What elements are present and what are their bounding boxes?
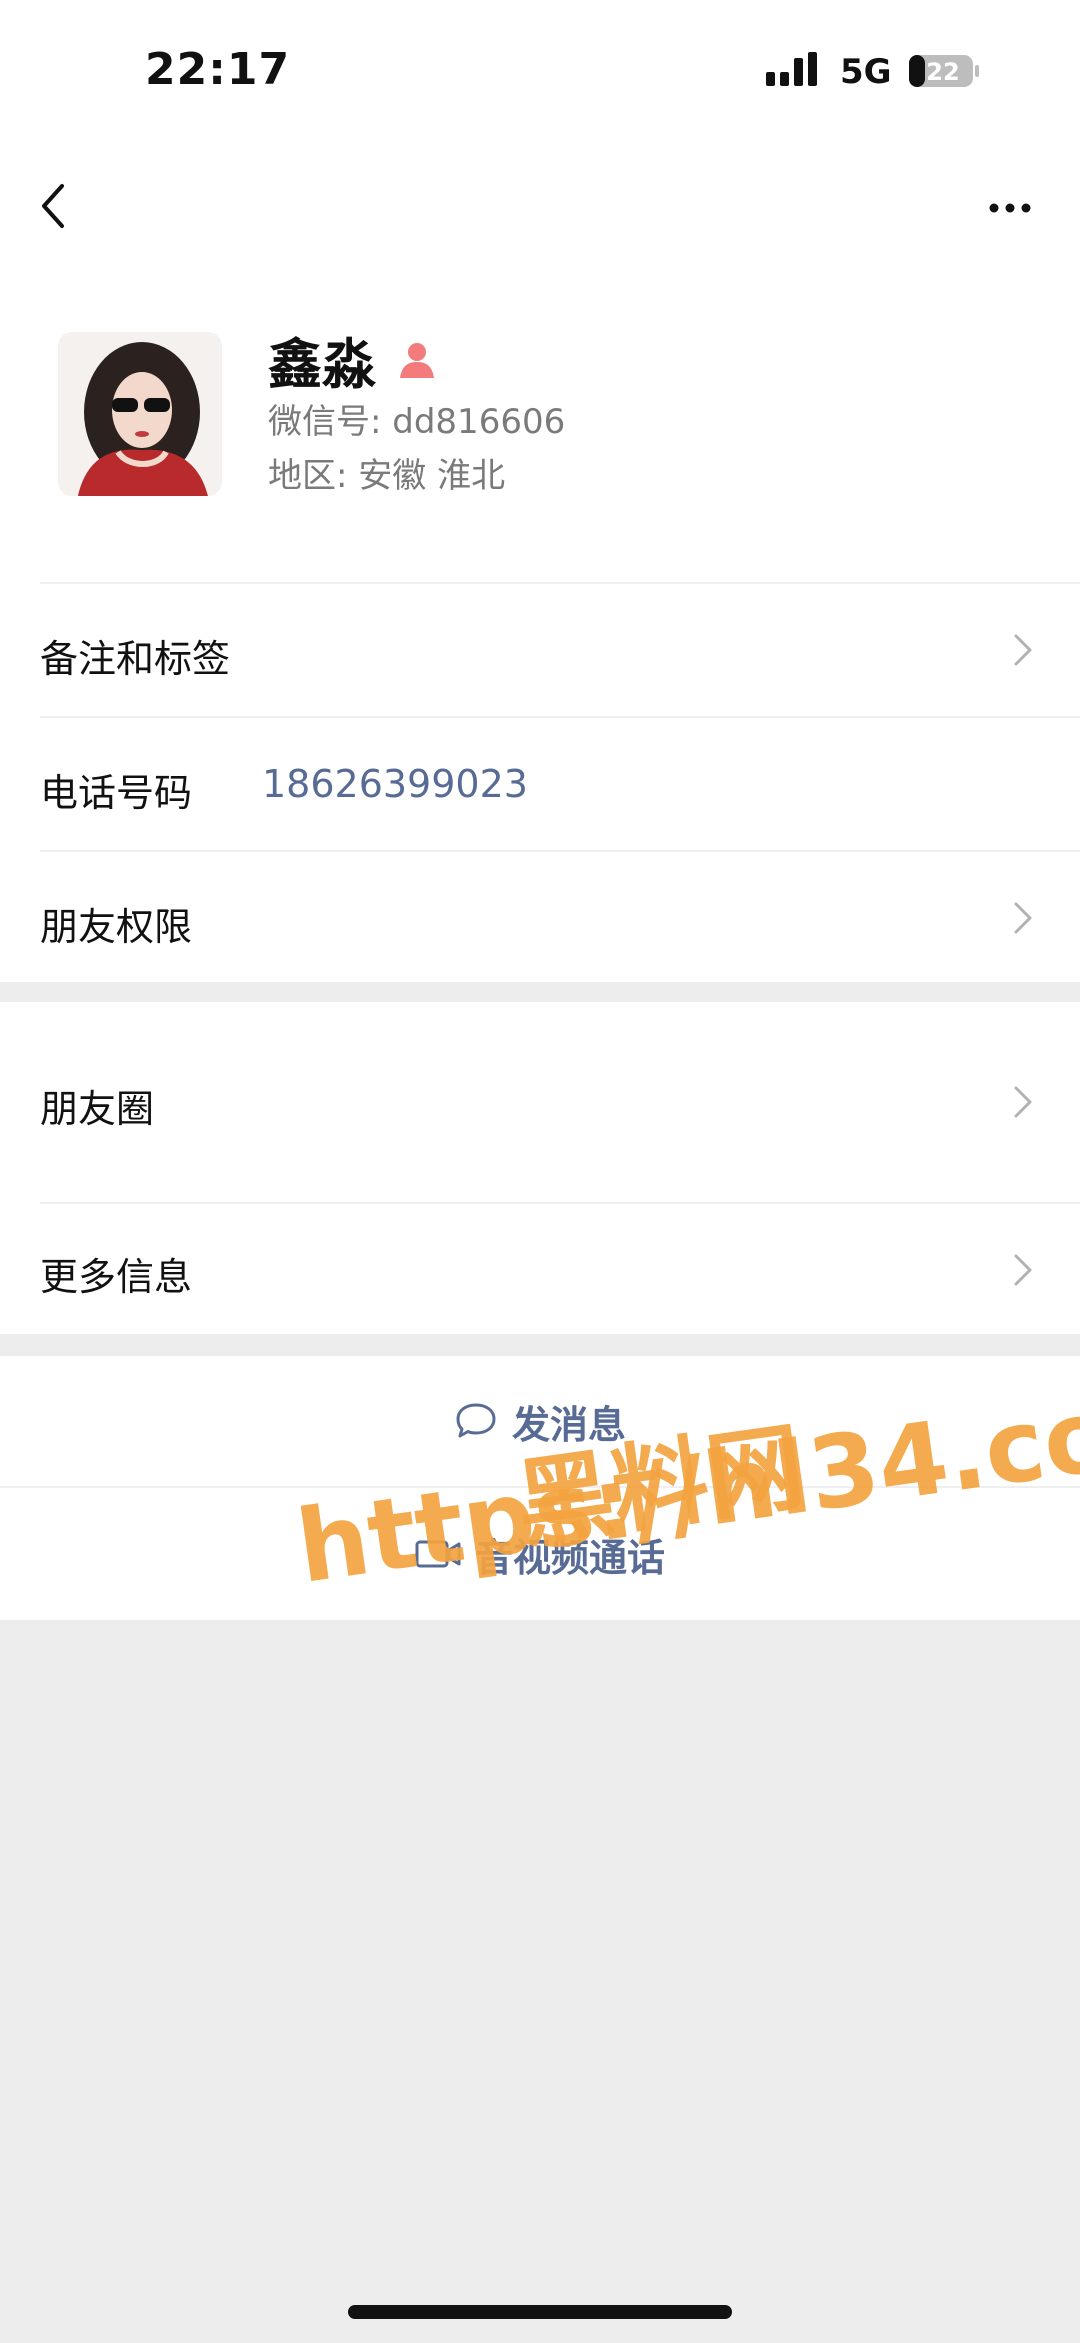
row-label: 备注和标签 (40, 637, 231, 681)
row-more-info[interactable]: 更多信息 (0, 1204, 1080, 1334)
row-label: 更多信息 (40, 1255, 193, 1299)
more-section: 朋友圈 更多信息 (0, 1002, 1080, 1334)
back-chevron-icon[interactable] (36, 170, 76, 240)
row-remarks-tags[interactable]: 备注和标签 (0, 584, 1080, 716)
chevron-right-icon (1014, 902, 1032, 934)
chat-bubble-icon (456, 1403, 496, 1438)
row-friend-permissions[interactable]: 朋友权限 (0, 852, 1080, 982)
female-gender-icon (400, 342, 434, 378)
battery-level: 22 (926, 58, 959, 86)
battery-icon: 22 (909, 55, 979, 87)
row-phone-number: 电话号码 18626399023 (0, 718, 1080, 850)
status-time: 22:17 (145, 44, 291, 95)
chevron-right-icon (1014, 1254, 1032, 1286)
nav-bar (0, 150, 1080, 270)
profile-name: 鑫淼 (268, 333, 376, 396)
row-label: 朋友权限 (40, 905, 193, 949)
row-moments[interactable]: 朋友圈 (0, 1002, 1080, 1202)
profile-header: 鑫淼 微信号: dd816606 地区: 安徽 淮北 (0, 270, 1080, 582)
info-section: 备注和标签 电话号码 18626399023 朋友权限 (0, 582, 1080, 982)
region: 地区: 安徽 淮北 (268, 456, 506, 496)
wechat-id: 微信号: dd816606 (268, 402, 566, 442)
name-row: 鑫淼 (268, 320, 436, 399)
avatar[interactable] (58, 332, 222, 496)
chevron-right-icon (1014, 634, 1032, 666)
chevron-right-icon (1014, 1086, 1032, 1118)
more-options-icon[interactable] (984, 180, 1044, 230)
phone-number-link[interactable]: 18626399023 (262, 762, 528, 806)
cellular-signal-icon (766, 52, 817, 86)
row-label: 电话号码 (40, 771, 193, 815)
status-bar: 22:17 5G 22 (0, 0, 1080, 150)
row-label: 朋友圈 (40, 1087, 155, 1131)
home-indicator[interactable] (348, 2305, 732, 2319)
network-type: 5G (840, 52, 892, 92)
